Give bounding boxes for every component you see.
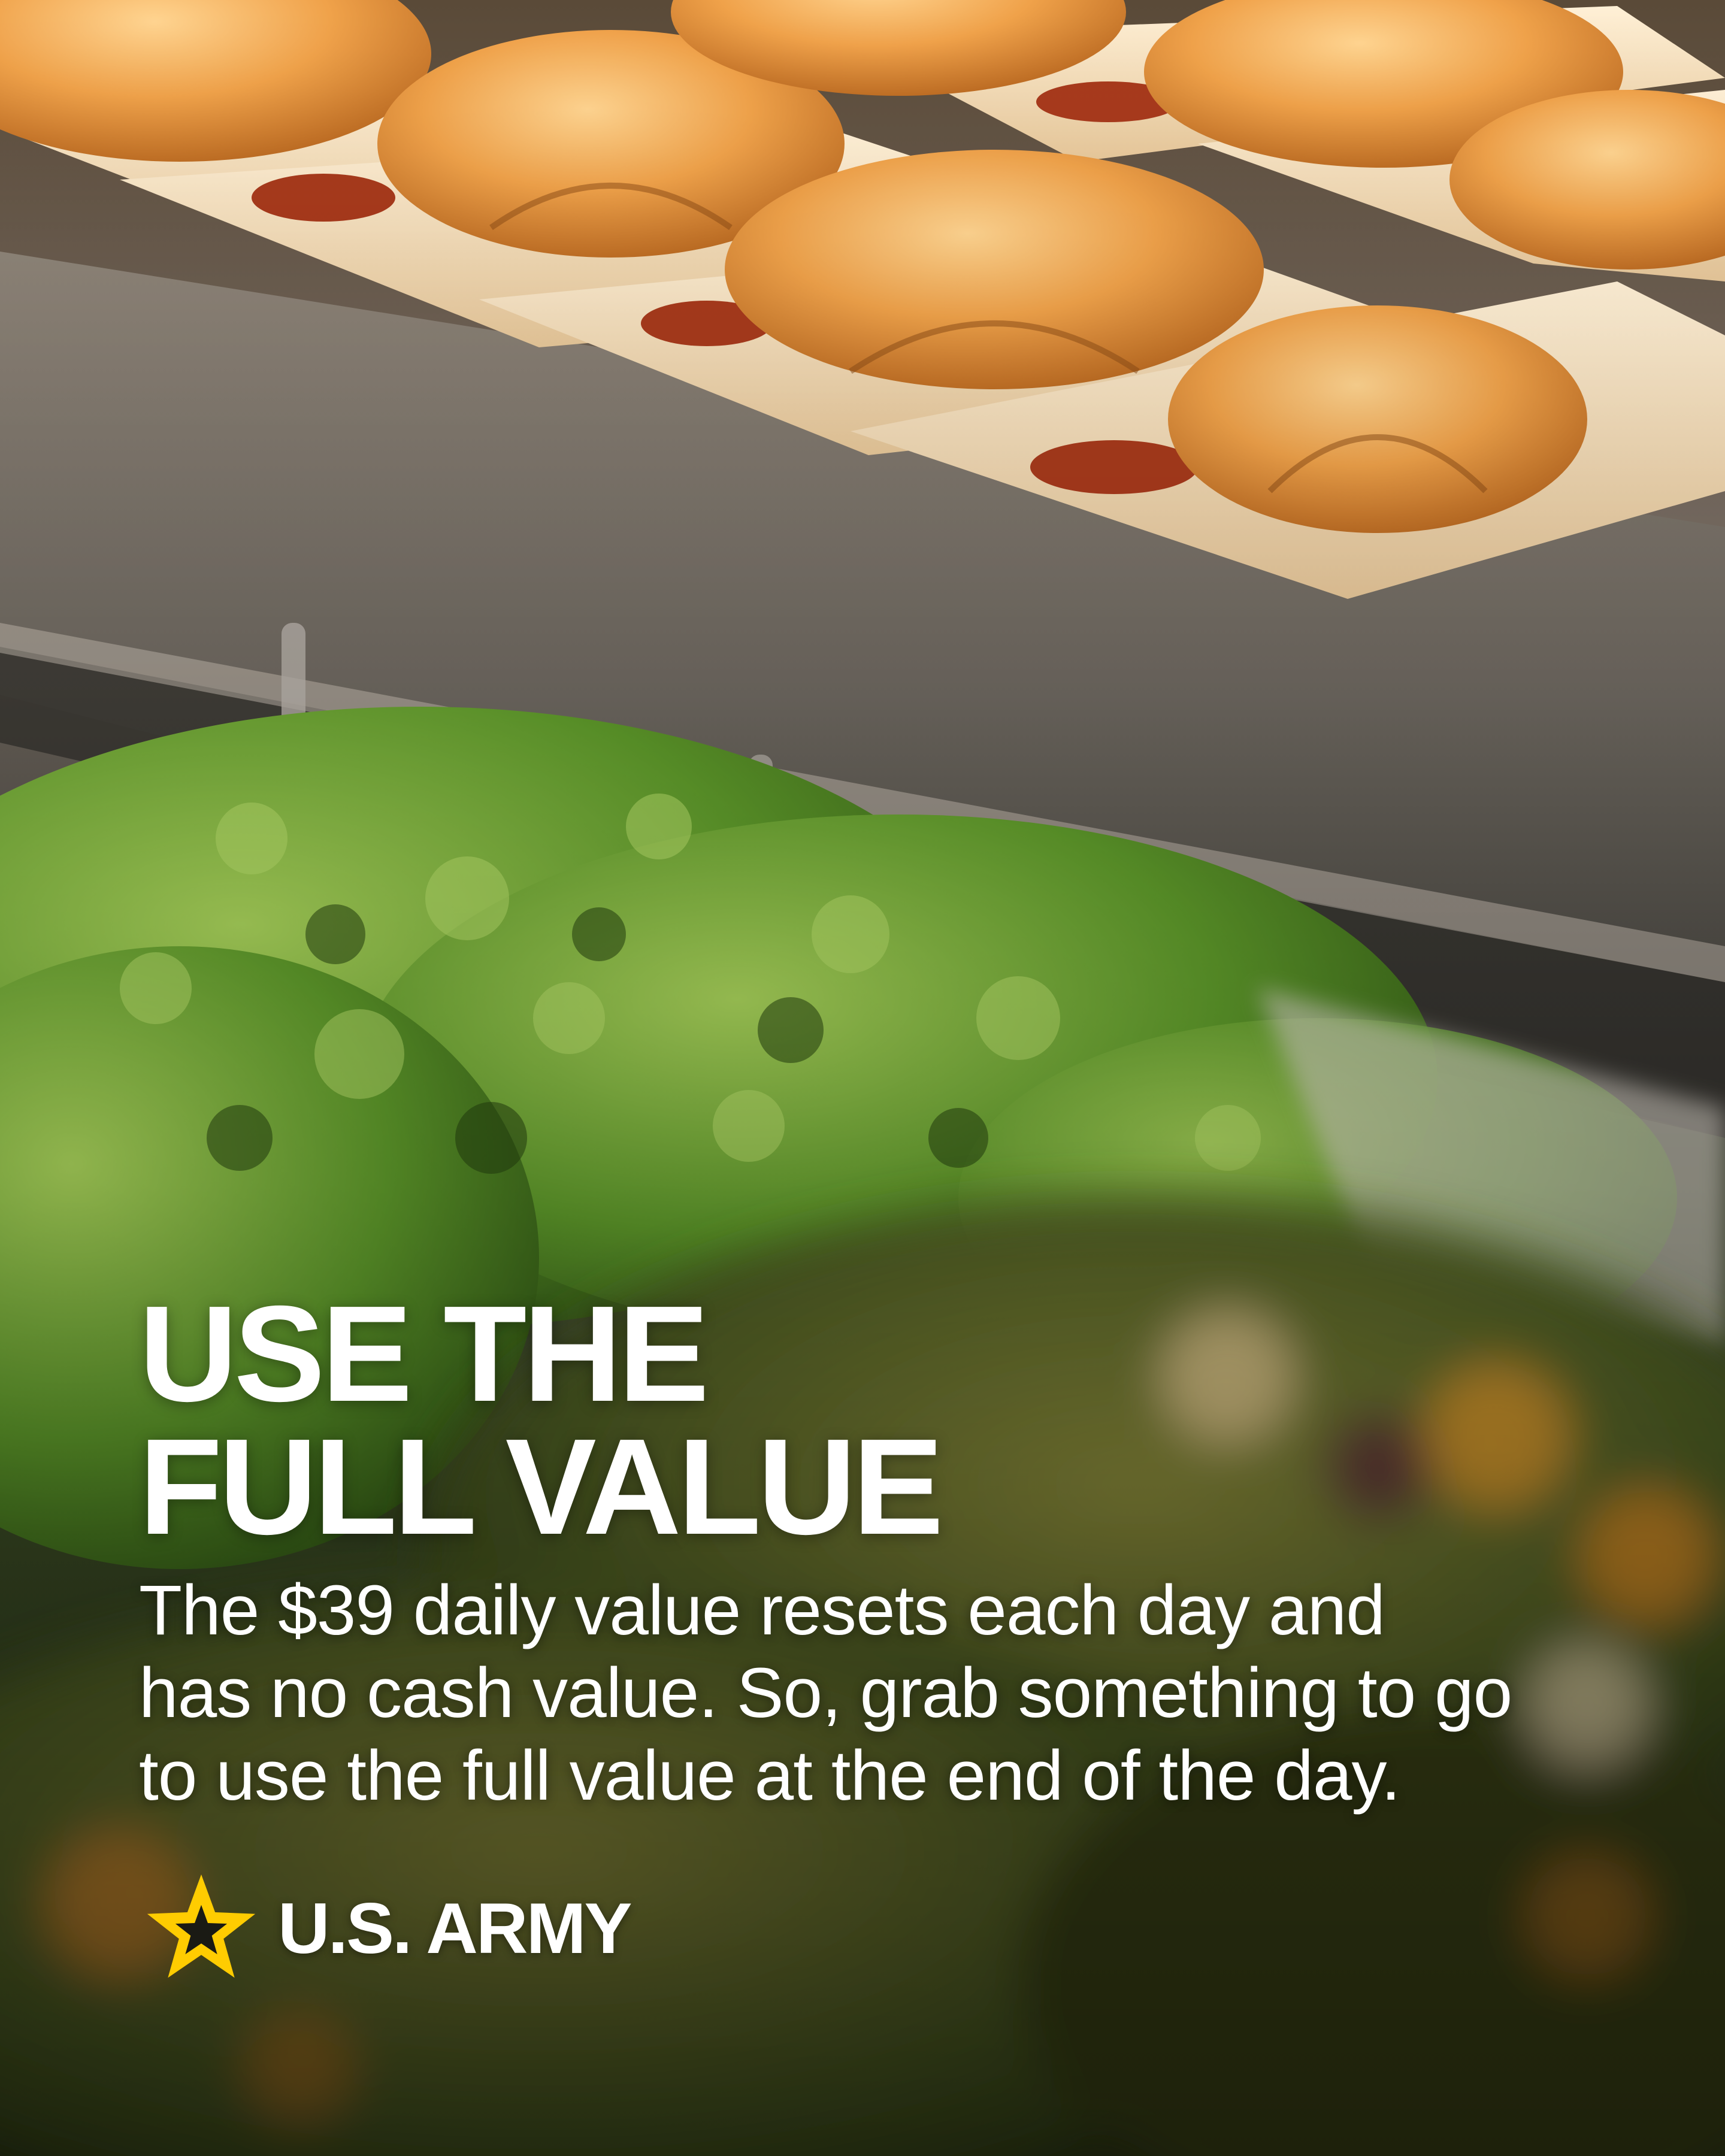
- ad-poster: USE THE FULL VALUE The $39 daily value r…: [0, 0, 1725, 2156]
- body-line-2: has no cash value. So, grab something to…: [139, 1654, 1512, 1733]
- body-copy: The $39 daily value resets each day and …: [139, 1569, 1636, 1817]
- body-line-1: The $39 daily value resets each day and: [139, 1571, 1385, 1650]
- star-icon: [147, 1874, 256, 1978]
- headline-line-2: FULL VALUE: [139, 1411, 944, 1563]
- headline-line-1: USE THE: [139, 1278, 709, 1430]
- cafeteria-photo: [0, 0, 1725, 2156]
- body-line-3: to use the full value at the end of the …: [139, 1736, 1401, 1815]
- headline: USE THE FULL VALUE: [139, 1278, 944, 1563]
- us-army-logo: U.S. ARMY: [143, 1869, 632, 1988]
- brand-name: U.S. ARMY: [278, 1888, 632, 1969]
